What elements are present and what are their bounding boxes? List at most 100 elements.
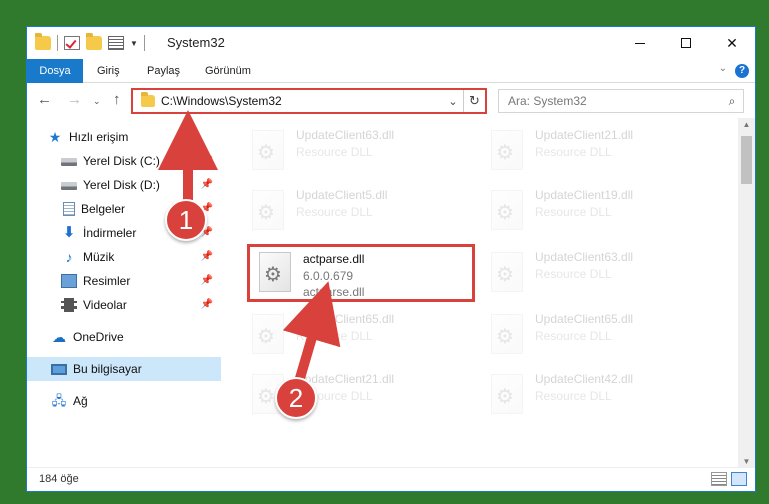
maximize-button[interactable] — [663, 27, 709, 59]
sidebar-item-videos[interactable]: Videolar 📌 — [27, 293, 221, 317]
search-icon[interactable]: ⌕ — [721, 94, 743, 109]
up-arrow-icon[interactable]: ↑ — [113, 91, 121, 108]
search-placeholder[interactable]: Ara: System32 — [508, 94, 721, 108]
file-type: Resource DLL — [296, 329, 373, 343]
scrollbar-thumb[interactable] — [741, 136, 752, 184]
sidebar-item-label: Belgeler — [81, 202, 126, 216]
sidebar-item-local-disk-d[interactable]: Yerel Disk (D:) 📌 — [27, 173, 221, 197]
sidebar-item-quick-access[interactable]: ★ Hızlı erişim — [27, 125, 221, 149]
maximize-icon — [681, 38, 691, 48]
search-box[interactable]: Ara: System32 ⌕ — [498, 89, 744, 113]
video-icon — [61, 298, 77, 312]
pin-icon[interactable]: 📌 — [201, 299, 213, 310]
cloud-icon: ☁ — [52, 329, 66, 345]
tab-view[interactable]: Görünüm — [205, 59, 251, 83]
file-name: UpdateClient19.dll — [535, 188, 634, 202]
expand-ribbon-icon[interactable]: ⌄ — [719, 63, 727, 74]
chevron-down-icon[interactable]: ⌄ — [443, 95, 463, 108]
file-tile[interactable]: UpdateClient63.dll Resource DLL — [482, 247, 697, 299]
pictures-icon — [61, 274, 77, 288]
window-title: System32 — [167, 35, 225, 50]
details-view-icon[interactable] — [711, 472, 727, 486]
dll-file-icon — [491, 130, 523, 170]
dll-file-icon — [491, 314, 523, 354]
new-folder-icon[interactable] — [86, 33, 102, 50]
file-type: actparse.dll — [303, 285, 365, 299]
sidebar-item-label: Bu bilgisayar — [73, 362, 142, 376]
file-tile[interactable]: UpdateClient63.dll Resource DLL — [243, 125, 458, 177]
minimize-icon — [635, 42, 645, 44]
ribbon: Dosya Giriş Paylaş Görünüm ⌄ ? — [27, 59, 755, 83]
file-name: UpdateClient21.dll — [535, 128, 634, 142]
file-tile[interactable]: UpdateClient42.dll Resource DLL — [482, 369, 697, 421]
file-version: 6.0.0.679 — [303, 268, 354, 283]
star-icon: ★ — [48, 129, 62, 145]
refresh-icon[interactable]: ↻ — [463, 90, 485, 112]
sidebar-item-label: Yerel Disk (C:) — [83, 154, 160, 168]
vertical-scrollbar[interactable]: ▲ ▼ — [738, 118, 755, 468]
computer-icon — [51, 363, 67, 375]
address-path[interactable]: C:\Windows\System32 — [161, 94, 443, 108]
sidebar-item-pictures[interactable]: Resimler 📌 — [27, 269, 221, 293]
pin-icon[interactable]: 📌 — [201, 155, 213, 166]
navigation-bar: ← → ⌄ ↑ C:\Windows\System32 ⌄ ↻ Ara: Sys… — [27, 86, 755, 116]
dll-file-icon — [491, 190, 523, 230]
dll-file-icon — [491, 252, 523, 292]
forward-arrow-icon[interactable]: → — [67, 91, 82, 108]
explorer-window: ▼ System32 ✕ Dosya Giriş Paylaş Görünüm … — [26, 26, 756, 492]
tab-home[interactable]: Giriş — [97, 59, 120, 83]
sidebar-item-label: İndirmeler — [83, 226, 137, 240]
file-name: UpdateClient63.dll — [535, 250, 634, 264]
chevron-down-icon[interactable]: ▼ — [130, 39, 138, 48]
file-tile[interactable]: UpdateClient65.dll Resource DLL — [243, 309, 458, 361]
sidebar-item-this-pc[interactable]: Bu bilgisayar — [27, 357, 221, 381]
file-tile[interactable]: UpdateClient65.dll Resource DLL — [482, 309, 697, 361]
file-name: actparse.dll — [303, 252, 365, 266]
file-type: Resource DLL — [296, 145, 373, 159]
customize-icon[interactable] — [108, 36, 124, 50]
navigation-pane: ★ Hızlı erişim Yerel Disk (C:) 📌 Yerel D… — [27, 123, 221, 468]
file-type: Resource DLL — [535, 205, 612, 219]
close-button[interactable]: ✕ — [709, 27, 755, 59]
scroll-up-icon[interactable]: ▲ — [738, 120, 755, 129]
title-bar: ▼ System32 ✕ — [27, 27, 755, 59]
tab-share[interactable]: Paylaş — [147, 59, 180, 83]
sidebar-item-network[interactable]: 🖧 Ağ — [27, 389, 221, 413]
file-tile-actparse[interactable]: actparse.dll 6.0.0.679 actparse.dll — [247, 244, 475, 302]
file-type: Resource DLL — [535, 389, 612, 403]
sidebar-item-local-disk-c[interactable]: Yerel Disk (C:) 📌 — [27, 149, 221, 173]
file-name: UpdateClient65.dll — [296, 312, 395, 326]
file-tile[interactable]: UpdateClient5.dll Resource DLL — [243, 185, 458, 237]
window-controls: ✕ — [617, 27, 755, 59]
file-type: Resource DLL — [535, 329, 612, 343]
file-type: Resource DLL — [296, 205, 373, 219]
properties-check-icon[interactable] — [64, 36, 80, 50]
file-tile[interactable]: UpdateClient19.dll Resource DLL — [482, 185, 697, 237]
minimize-button[interactable] — [617, 27, 663, 59]
scroll-down-icon[interactable]: ▼ — [738, 457, 755, 466]
tiles-view-icon[interactable] — [731, 472, 747, 486]
sidebar-item-label: Ağ — [73, 394, 88, 408]
sidebar-item-label: Müzik — [83, 250, 115, 264]
sidebar-item-music[interactable]: ♪ Müzik 📌 — [27, 245, 221, 269]
dll-file-icon — [252, 130, 284, 170]
pin-icon[interactable]: 📌 — [201, 179, 213, 190]
address-bar[interactable]: C:\Windows\System32 ⌄ ↻ — [131, 88, 487, 114]
sidebar-item-onedrive[interactable]: ☁ OneDrive — [27, 325, 221, 349]
status-bar: 184 öğe — [27, 467, 755, 491]
toolbar-divider — [57, 35, 58, 51]
document-icon — [63, 202, 75, 216]
sidebar-item-label: OneDrive — [73, 330, 124, 344]
help-icon[interactable]: ? — [735, 64, 749, 78]
file-tile[interactable]: UpdateClient21.dll Resource DLL — [482, 125, 697, 177]
folder-icon[interactable] — [35, 33, 51, 50]
sidebar-item-label: Videolar — [83, 298, 127, 312]
file-name: UpdateClient65.dll — [535, 312, 634, 326]
recent-locations-icon[interactable]: ⌄ — [93, 96, 101, 107]
file-name: UpdateClient42.dll — [535, 372, 634, 386]
sidebar-item-label: Hızlı erişim — [69, 130, 129, 144]
pin-icon[interactable]: 📌 — [201, 251, 213, 262]
tab-file[interactable]: Dosya — [27, 59, 83, 83]
pin-icon[interactable]: 📌 — [201, 275, 213, 286]
back-arrow-icon[interactable]: ← — [37, 91, 52, 108]
